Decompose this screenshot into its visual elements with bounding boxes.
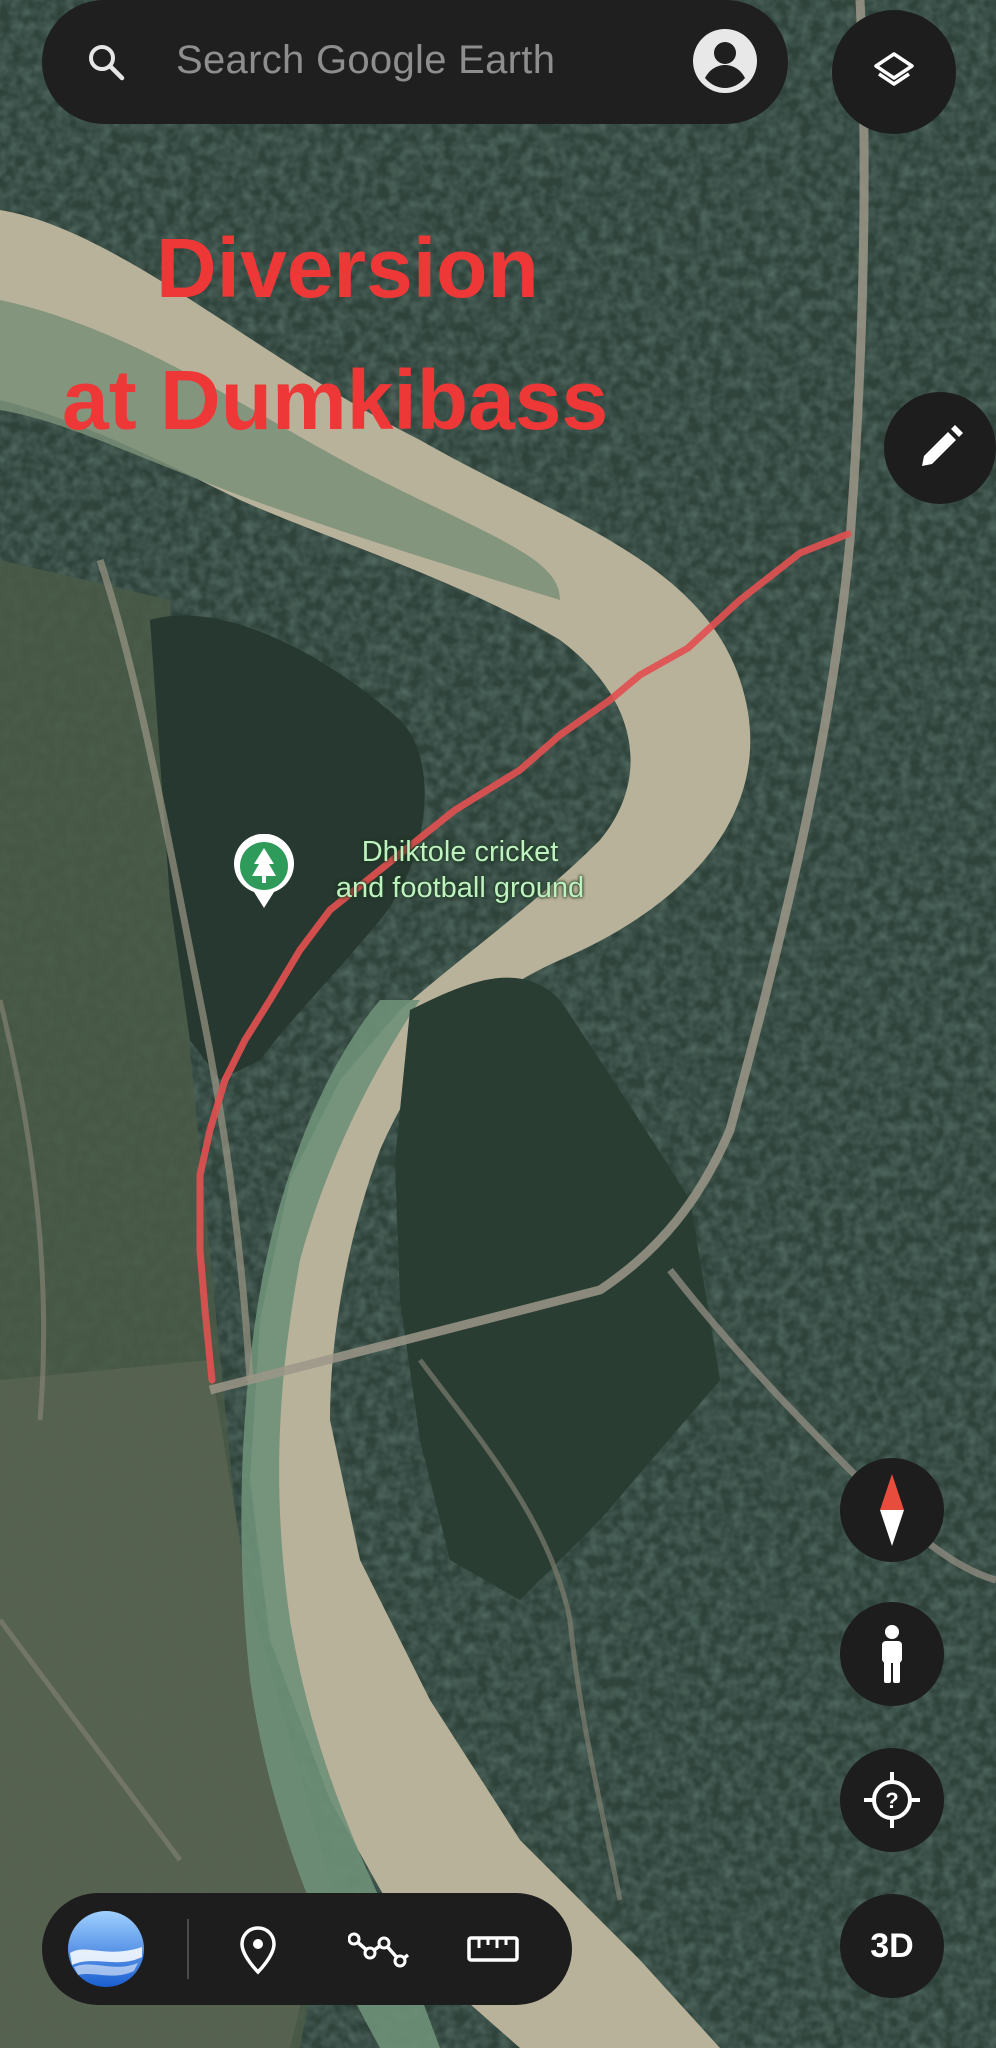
svg-text:?: ? — [885, 1788, 898, 1813]
annotation-title-line2: at Dumkibass — [62, 353, 609, 447]
place-label-line1: Dhiktole cricket — [361, 836, 559, 868]
compass-icon — [880, 1474, 904, 1546]
earth-logo-icon[interactable] — [66, 1909, 146, 1989]
search-icon[interactable] — [84, 40, 128, 84]
annotation-title-line1: Diversion — [156, 221, 539, 315]
3d-label: 3D — [870, 1926, 914, 1965]
pencil-icon — [922, 425, 963, 466]
draw-button[interactable] — [884, 392, 996, 504]
layers-icon — [874, 52, 914, 86]
compass-button[interactable] — [840, 1458, 944, 1562]
pegman-icon — [882, 1625, 902, 1683]
search-bar[interactable]: Search Google Earth — [42, 0, 788, 124]
my-location-icon: ? — [864, 1772, 920, 1828]
place-pin-icon[interactable] — [238, 1925, 278, 1975]
place-label[interactable]: Dhiktole cricket and football ground — [300, 834, 620, 906]
account-icon[interactable] — [692, 28, 758, 94]
layers-button[interactable] — [832, 10, 956, 134]
toolbar-divider — [187, 1919, 189, 1979]
3d-toggle-button[interactable]: 3D — [840, 1894, 944, 1998]
draw-path-icon[interactable] — [348, 1929, 414, 1971]
tree-icon[interactable] — [232, 834, 296, 910]
place-label-line2: and football ground — [335, 872, 585, 904]
my-location-button[interactable]: ? — [840, 1748, 944, 1852]
street-view-button[interactable] — [840, 1602, 944, 1706]
search-input[interactable]: Search Google Earth — [176, 38, 555, 83]
bottom-toolbar — [42, 1893, 572, 2005]
ruler-icon[interactable] — [466, 1933, 520, 1965]
